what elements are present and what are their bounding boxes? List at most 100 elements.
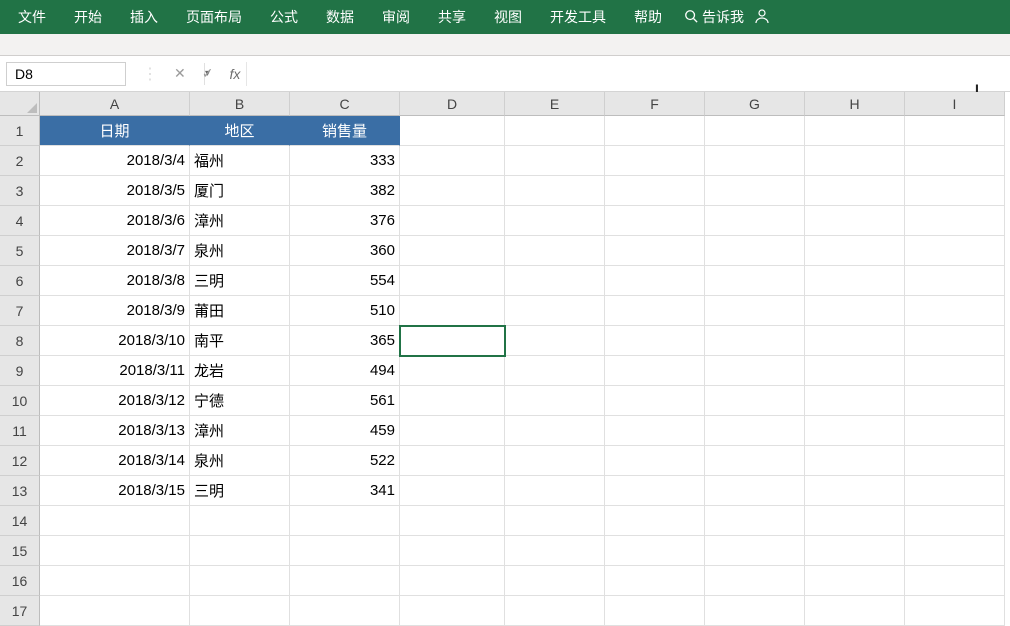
cell-G4[interactable] bbox=[705, 206, 805, 236]
select-all-corner[interactable] bbox=[0, 92, 40, 116]
cell-I7[interactable] bbox=[905, 296, 1005, 326]
cell-G16[interactable] bbox=[705, 566, 805, 596]
ribbon-tab-4[interactable]: 公式 bbox=[256, 0, 312, 34]
cell-C13[interactable]: 341 bbox=[290, 476, 400, 506]
row-header-11[interactable]: 11 bbox=[0, 416, 40, 446]
cell-F15[interactable] bbox=[605, 536, 705, 566]
account-button[interactable] bbox=[752, 0, 772, 34]
ribbon-tab-3[interactable]: 页面布局 bbox=[172, 0, 256, 34]
cell-A2[interactable]: 2018/3/4 bbox=[40, 146, 190, 176]
cell-D2[interactable] bbox=[400, 146, 505, 176]
cell-I14[interactable] bbox=[905, 506, 1005, 536]
cell-E16[interactable] bbox=[505, 566, 605, 596]
cell-E8[interactable] bbox=[505, 326, 605, 356]
cell-B2[interactable]: 福州 bbox=[190, 146, 290, 176]
cell-G15[interactable] bbox=[705, 536, 805, 566]
enter-icon[interactable]: ✓ bbox=[202, 65, 214, 82]
ribbon-tab-6[interactable]: 审阅 bbox=[368, 0, 424, 34]
cell-I3[interactable] bbox=[905, 176, 1005, 206]
cell-G3[interactable] bbox=[705, 176, 805, 206]
selected-cell[interactable] bbox=[400, 326, 505, 356]
cell-I5[interactable] bbox=[905, 236, 1005, 266]
ribbon-tab-2[interactable]: 插入 bbox=[116, 0, 172, 34]
cell-A12[interactable]: 2018/3/14 bbox=[40, 446, 190, 476]
cell-C14[interactable] bbox=[290, 506, 400, 536]
cell-H4[interactable] bbox=[805, 206, 905, 236]
cell-E17[interactable] bbox=[505, 596, 605, 626]
cell-F12[interactable] bbox=[605, 446, 705, 476]
cell-C7[interactable]: 510 bbox=[290, 296, 400, 326]
ribbon-tab-0[interactable]: 文件 bbox=[4, 0, 60, 34]
cell-E5[interactable] bbox=[505, 236, 605, 266]
col-header-A[interactable]: A bbox=[40, 92, 190, 116]
cell-D17[interactable] bbox=[400, 596, 505, 626]
col-header-H[interactable]: H bbox=[805, 92, 905, 116]
ribbon-tab-7[interactable]: 共享 bbox=[424, 0, 480, 34]
cell-F11[interactable] bbox=[605, 416, 705, 446]
cell-C2[interactable]: 333 bbox=[290, 146, 400, 176]
cell-A9[interactable]: 2018/3/11 bbox=[40, 356, 190, 386]
cell-D13[interactable] bbox=[400, 476, 505, 506]
cell-C11[interactable]: 459 bbox=[290, 416, 400, 446]
cell-A14[interactable] bbox=[40, 506, 190, 536]
cell-C17[interactable] bbox=[290, 596, 400, 626]
cell-I11[interactable] bbox=[905, 416, 1005, 446]
row-header-9[interactable]: 9 bbox=[0, 356, 40, 386]
cell-F6[interactable] bbox=[605, 266, 705, 296]
row-header-8[interactable]: 8 bbox=[0, 326, 40, 356]
cell-I1[interactable] bbox=[905, 116, 1005, 146]
cell-F8[interactable] bbox=[605, 326, 705, 356]
cell-I15[interactable] bbox=[905, 536, 1005, 566]
cell-C8[interactable]: 365 bbox=[290, 326, 400, 356]
cell-D15[interactable] bbox=[400, 536, 505, 566]
row-header-1[interactable]: 1 bbox=[0, 116, 40, 146]
formula-input[interactable] bbox=[257, 62, 1000, 86]
cell-F17[interactable] bbox=[605, 596, 705, 626]
cell-D11[interactable] bbox=[400, 416, 505, 446]
col-header-D[interactable]: D bbox=[400, 92, 505, 116]
cell-C4[interactable]: 376 bbox=[290, 206, 400, 236]
cell-I2[interactable] bbox=[905, 146, 1005, 176]
cell-A13[interactable]: 2018/3/15 bbox=[40, 476, 190, 506]
col-header-F[interactable]: F bbox=[605, 92, 705, 116]
cell-A6[interactable]: 2018/3/8 bbox=[40, 266, 190, 296]
cell-E9[interactable] bbox=[505, 356, 605, 386]
cell-G10[interactable] bbox=[705, 386, 805, 416]
cell-D5[interactable] bbox=[400, 236, 505, 266]
cell-H13[interactable] bbox=[805, 476, 905, 506]
cell-G17[interactable] bbox=[705, 596, 805, 626]
cell-D1[interactable] bbox=[400, 116, 505, 146]
cell-A7[interactable]: 2018/3/9 bbox=[40, 296, 190, 326]
cell-A8[interactable]: 2018/3/10 bbox=[40, 326, 190, 356]
cell-E12[interactable] bbox=[505, 446, 605, 476]
ribbon-tab-8[interactable]: 视图 bbox=[480, 0, 536, 34]
row-header-17[interactable]: 17 bbox=[0, 596, 40, 626]
cell-E13[interactable] bbox=[505, 476, 605, 506]
tell-me-search[interactable]: 告诉我 bbox=[676, 0, 752, 34]
row-header-2[interactable]: 2 bbox=[0, 146, 40, 176]
cell-H10[interactable] bbox=[805, 386, 905, 416]
cell-C3[interactable]: 382 bbox=[290, 176, 400, 206]
cell-F3[interactable] bbox=[605, 176, 705, 206]
col-header-B[interactable]: B bbox=[190, 92, 290, 116]
cell-B1[interactable]: 地区 bbox=[190, 116, 290, 146]
cell-F13[interactable] bbox=[605, 476, 705, 506]
cell-G1[interactable] bbox=[705, 116, 805, 146]
cell-A16[interactable] bbox=[40, 566, 190, 596]
cell-D9[interactable] bbox=[400, 356, 505, 386]
cell-F2[interactable] bbox=[605, 146, 705, 176]
cell-D10[interactable] bbox=[400, 386, 505, 416]
cell-H5[interactable] bbox=[805, 236, 905, 266]
cell-I17[interactable] bbox=[905, 596, 1005, 626]
cell-B7[interactable]: 莆田 bbox=[190, 296, 290, 326]
cell-B12[interactable]: 泉州 bbox=[190, 446, 290, 476]
cell-C6[interactable]: 554 bbox=[290, 266, 400, 296]
cell-G6[interactable] bbox=[705, 266, 805, 296]
row-header-12[interactable]: 12 bbox=[0, 446, 40, 476]
cell-G14[interactable] bbox=[705, 506, 805, 536]
cell-H11[interactable] bbox=[805, 416, 905, 446]
cell-G8[interactable] bbox=[705, 326, 805, 356]
cell-H16[interactable] bbox=[805, 566, 905, 596]
col-header-E[interactable]: E bbox=[505, 92, 605, 116]
col-header-G[interactable]: G bbox=[705, 92, 805, 116]
